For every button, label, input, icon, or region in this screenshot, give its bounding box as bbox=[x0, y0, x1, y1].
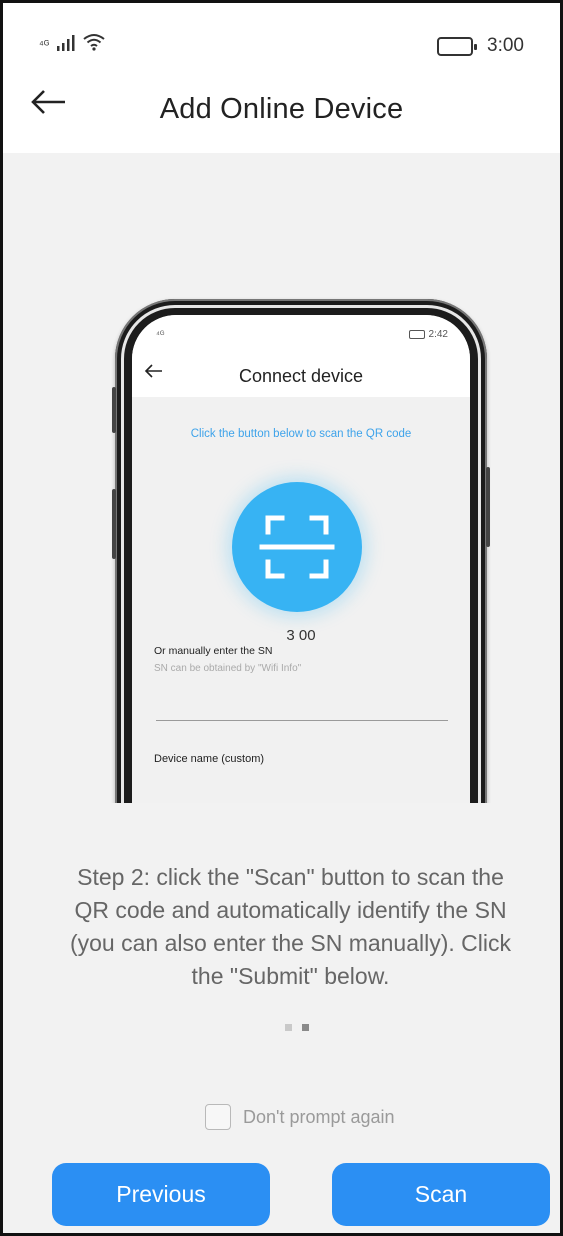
mini-manual-label: Or manually enter the SN bbox=[154, 645, 273, 657]
mini-scan-button bbox=[232, 482, 362, 612]
mini-sn-hint: SN can be obtained by "Wifi Info" bbox=[154, 663, 302, 674]
status-time: 3:00 bbox=[487, 35, 524, 56]
pager-dot[interactable] bbox=[285, 1024, 292, 1031]
mini-device-name-label: Device name (custom) bbox=[154, 753, 265, 765]
phone-mockup: ⁴ᴳ 2:42 Connect device Click the button … bbox=[112, 299, 490, 803]
status-right: 3:00 bbox=[437, 35, 524, 57]
phone-screen: ⁴ᴳ 2:42 Connect device Click the button … bbox=[132, 315, 470, 803]
mini-signal-icon: ⁴ᴳ bbox=[156, 329, 165, 339]
mini-input-underline bbox=[156, 720, 448, 721]
pager-dot-active[interactable] bbox=[302, 1024, 309, 1031]
phone-side-button bbox=[112, 387, 116, 433]
mini-status-right: 2:42 bbox=[408, 329, 448, 340]
scan-frame-icon bbox=[259, 515, 335, 579]
phone-side-button bbox=[112, 489, 116, 559]
wifi-icon bbox=[83, 34, 105, 51]
mini-scan-hint: Click the button below to scan the QR co… bbox=[190, 428, 412, 440]
scan-button[interactable]: Scan bbox=[332, 1163, 550, 1226]
mini-header: Connect device bbox=[132, 353, 470, 397]
signal-icon bbox=[57, 35, 75, 51]
phone-side-button bbox=[486, 467, 490, 547]
header: Add Online Device bbox=[3, 75, 560, 153]
mini-status-time: 2:42 bbox=[428, 329, 448, 340]
status-bar: ⁴ᴳ 3:00 bbox=[3, 3, 560, 75]
pager-dots bbox=[285, 1024, 309, 1031]
previous-button[interactable]: Previous bbox=[52, 1163, 270, 1226]
mini-title: Connect device bbox=[238, 366, 364, 386]
app-screen: ⁴ᴳ 3:00 Add Online Device ⁴ᴳ 2:42 Connec… bbox=[0, 0, 563, 1236]
page-title: Add Online Device bbox=[159, 93, 404, 125]
step-description: Step 2: click the "Scan" button to scan … bbox=[69, 864, 512, 989]
mini-battery-icon bbox=[408, 330, 425, 339]
mini-status-bar: ⁴ᴳ 2:42 bbox=[132, 315, 470, 353]
battery-icon bbox=[437, 36, 478, 56]
tutorial-illustration: ⁴ᴳ 2:42 Connect device Click the button … bbox=[3, 153, 560, 803]
dont-prompt-label: Don't prompt again bbox=[243, 1106, 395, 1127]
status-left: ⁴ᴳ bbox=[39, 33, 105, 51]
dont-prompt-checkbox[interactable] bbox=[205, 1104, 231, 1130]
dont-prompt-row[interactable]: Don't prompt again bbox=[205, 1104, 395, 1130]
network-type: ⁴ᴳ bbox=[39, 39, 50, 51]
mini-sn-value: 3 00 bbox=[286, 627, 316, 644]
